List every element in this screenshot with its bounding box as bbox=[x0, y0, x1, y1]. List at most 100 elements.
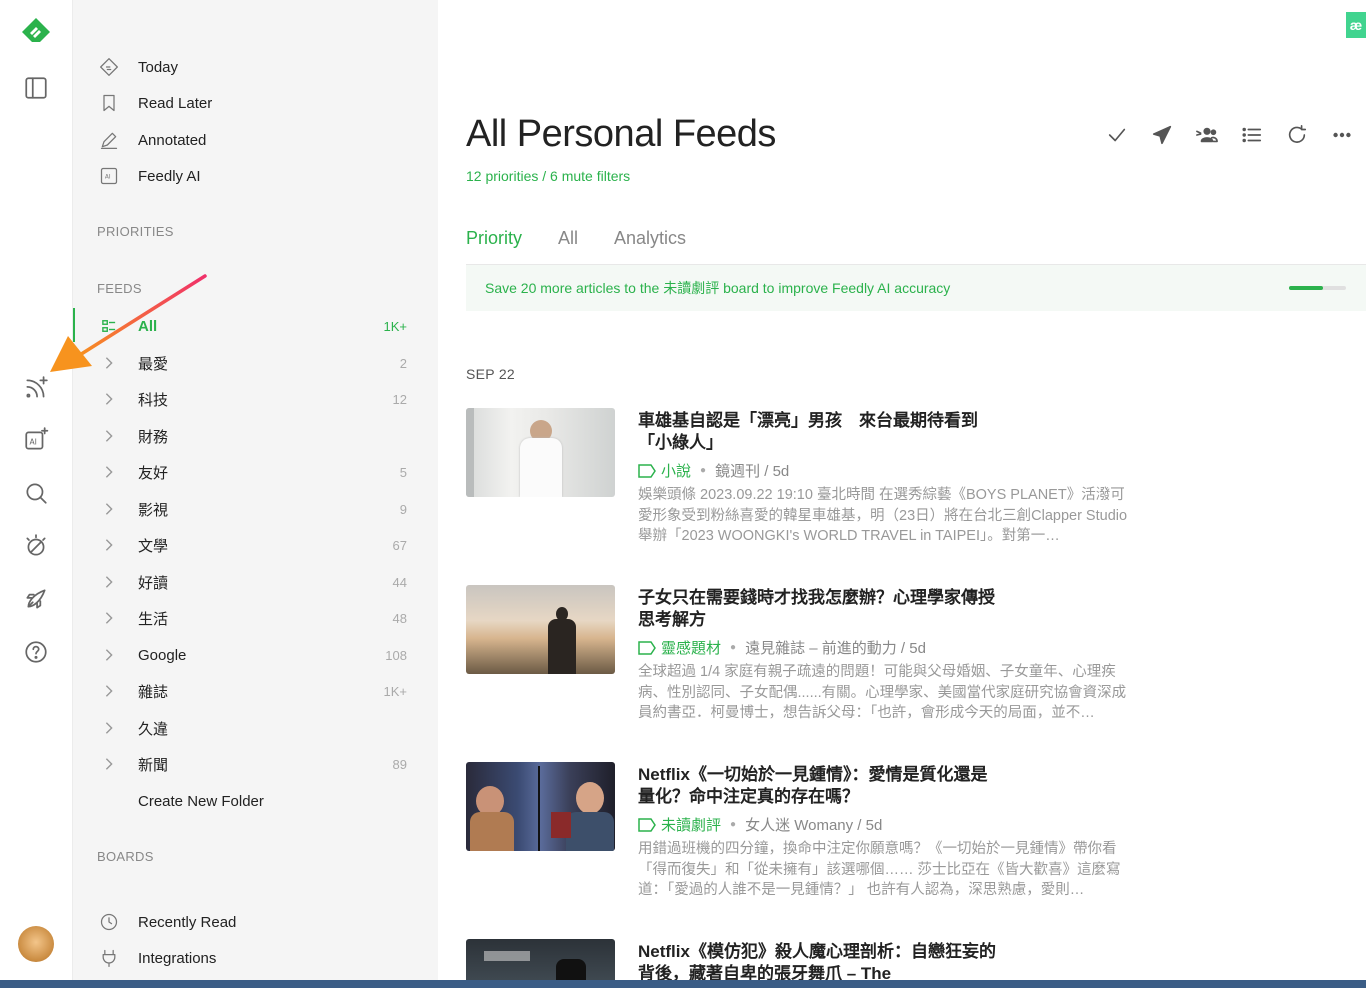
article-title[interactable]: 車雄基自認是「漂亮」男孩 來台最期待看到「小綠人」 bbox=[638, 410, 998, 454]
nav-feedly-ai[interactable]: AI Feedly AI bbox=[97, 161, 417, 191]
nav-annotated-label: Annotated bbox=[138, 131, 207, 149]
feed-label: 文學 bbox=[138, 537, 169, 555]
ai-feed-icon[interactable]: AI bbox=[18, 422, 54, 458]
feed-count: 67 bbox=[392, 537, 407, 553]
board-integrations[interactable]: Integrations bbox=[97, 943, 417, 973]
mark-read-button[interactable] bbox=[1102, 120, 1132, 150]
feed-count: 2 bbox=[399, 355, 407, 371]
board-label: Integrations bbox=[138, 949, 217, 967]
tab-bar: Priority All Analytics bbox=[466, 228, 722, 266]
feed-folder[interactable]: 科技 12 bbox=[97, 384, 407, 414]
send-icon bbox=[1152, 125, 1172, 145]
progress-fill bbox=[1289, 286, 1324, 290]
icon-rail: AI bbox=[0, 0, 73, 988]
chevron-right-icon[interactable] bbox=[97, 611, 121, 625]
article-title[interactable]: Netflix《一切始於一見鍾情》：愛情是質化還是量化？命中注定真的存在嗎？ bbox=[638, 764, 998, 808]
chevron-right-icon[interactable] bbox=[97, 757, 121, 771]
list-icon bbox=[1242, 127, 1262, 143]
ai-training-banner[interactable]: Save 20 more articles to the 未讀劇評 board … bbox=[466, 265, 1366, 311]
tab-priority[interactable]: Priority bbox=[466, 228, 523, 266]
meta-dot: ● bbox=[730, 819, 737, 830]
tab-all[interactable]: All bbox=[558, 228, 578, 266]
chevron-right-icon[interactable] bbox=[97, 538, 121, 552]
chevron-right-icon[interactable] bbox=[97, 684, 121, 698]
article-card[interactable]: 車雄基自認是「漂亮」男孩 來台最期待看到「小綠人」 小說 ● 鏡週刊 / 5d … bbox=[466, 408, 1146, 558]
article-source[interactable]: 女人迷 Womany / 5d bbox=[745, 814, 882, 835]
chevron-right-icon[interactable] bbox=[97, 648, 121, 662]
board-label: Recently Read bbox=[138, 913, 237, 931]
feed-label: 財務 bbox=[138, 428, 169, 446]
chevron-right-icon[interactable] bbox=[97, 721, 121, 735]
board-recently-read[interactable]: Recently Read bbox=[97, 907, 417, 937]
feed-label: 生活 bbox=[138, 610, 169, 628]
feed-label: Google bbox=[138, 646, 187, 664]
avatar[interactable] bbox=[18, 926, 54, 962]
article-thumbnail[interactable] bbox=[466, 585, 615, 674]
extension-badge[interactable]: æ bbox=[1346, 12, 1366, 38]
article-thumbnail[interactable] bbox=[466, 408, 615, 497]
article-card[interactable]: 子女只在需要錢時才找我怎麼辦？心理學家傳授思考解方 靈感題材 ● 遠見雜誌 – … bbox=[466, 585, 1146, 735]
feed-folder[interactable]: 好讀 44 bbox=[97, 567, 407, 597]
share-button[interactable] bbox=[1147, 120, 1177, 150]
feed-count: 1K+ bbox=[383, 318, 408, 334]
feed-count: 5 bbox=[399, 464, 407, 480]
tag-label: 小說 bbox=[661, 463, 692, 480]
rocket-icon[interactable] bbox=[18, 581, 54, 617]
refresh-button[interactable] bbox=[1282, 120, 1312, 150]
nav-today-label: Today bbox=[138, 58, 179, 76]
article-thumbnail[interactable] bbox=[466, 762, 615, 851]
board-tag[interactable]: 靈感題材 bbox=[638, 637, 721, 658]
chevron-right-icon[interactable] bbox=[97, 392, 121, 406]
team-button[interactable] bbox=[1192, 120, 1222, 150]
board-tag[interactable]: 未讀劇評 bbox=[638, 814, 721, 835]
feed-subtitle-link[interactable]: 12 priorities / 6 mute filters bbox=[466, 168, 630, 184]
feed-folder[interactable]: 友好 5 bbox=[97, 457, 407, 487]
feed-folder[interactable]: 財務 bbox=[97, 421, 407, 451]
feed-label: 科技 bbox=[138, 391, 169, 409]
nav-read-later[interactable]: Read Later bbox=[97, 88, 417, 118]
group-icon bbox=[1196, 127, 1218, 143]
article-source[interactable]: 遠見雜誌 – 前進的動力 / 5d bbox=[745, 637, 926, 658]
feedly-logo-icon[interactable] bbox=[18, 14, 54, 50]
feed-folder[interactable]: 雜誌 1K+ bbox=[97, 676, 407, 706]
mute-icon[interactable] bbox=[18, 528, 54, 564]
tag-label: 靈感題材 bbox=[661, 640, 722, 657]
article-meta: 靈感題材 ● 遠見雜誌 – 前進的動力 / 5d bbox=[638, 637, 926, 658]
layout-button[interactable] bbox=[1237, 120, 1267, 150]
article-title[interactable]: 子女只在需要錢時才找我怎麼辦？心理學家傳授思考解方 bbox=[638, 587, 998, 631]
create-folder-label: Create New Folder bbox=[138, 792, 264, 810]
chevron-right-icon[interactable] bbox=[97, 502, 121, 516]
feed-label: 新聞 bbox=[138, 756, 169, 774]
feed-label: 久違 bbox=[138, 720, 169, 738]
feed-folder[interactable]: 生活 48 bbox=[97, 603, 407, 633]
boards-header: BOARDS bbox=[97, 849, 154, 864]
more-button[interactable] bbox=[1327, 120, 1357, 150]
feed-folder[interactable]: 久違 bbox=[97, 713, 407, 743]
feed-count: 12 bbox=[392, 391, 407, 407]
refresh-icon bbox=[1288, 125, 1307, 143]
toggle-sidebar-icon[interactable] bbox=[18, 70, 54, 106]
article-meta: 小說 ● 鏡週刊 / 5d bbox=[638, 460, 789, 481]
pencil-icon bbox=[97, 128, 121, 152]
board-tag[interactable]: 小說 bbox=[638, 460, 691, 481]
today-icon bbox=[97, 55, 121, 79]
bookmark-icon bbox=[97, 91, 121, 115]
help-icon[interactable] bbox=[18, 634, 54, 670]
feed-folder[interactable]: 文學 67 bbox=[97, 530, 407, 560]
article-title[interactable]: Netflix《模仿犯》殺人魔心理剖析：自戀狂妄的背後，藏著自卑的張牙舞爪 – … bbox=[638, 941, 998, 985]
nav-annotated[interactable]: Annotated bbox=[97, 125, 417, 155]
chevron-right-icon[interactable] bbox=[97, 429, 121, 443]
tab-analytics[interactable]: Analytics bbox=[614, 228, 686, 266]
feed-folder[interactable]: 新聞 89 bbox=[97, 749, 407, 779]
article-card[interactable]: Netflix《一切始於一見鍾情》：愛情是質化還是量化？命中注定真的存在嗎？ 未… bbox=[466, 762, 1146, 912]
article-source[interactable]: 鏡週刊 / 5d bbox=[715, 460, 789, 481]
feed-folder[interactable]: Google 108 bbox=[97, 640, 407, 670]
nav-today[interactable]: Today bbox=[97, 52, 417, 82]
feed-folder[interactable]: 影視 9 bbox=[97, 494, 407, 524]
search-icon[interactable] bbox=[18, 475, 54, 511]
main-content: All Personal Feeds 12 priorities / 6 mut… bbox=[438, 0, 1366, 988]
chevron-right-icon[interactable] bbox=[97, 465, 121, 479]
chevron-right-icon[interactable] bbox=[97, 575, 121, 589]
create-folder-button[interactable]: Create New Folder bbox=[97, 786, 407, 816]
feed-count: 108 bbox=[385, 647, 407, 663]
